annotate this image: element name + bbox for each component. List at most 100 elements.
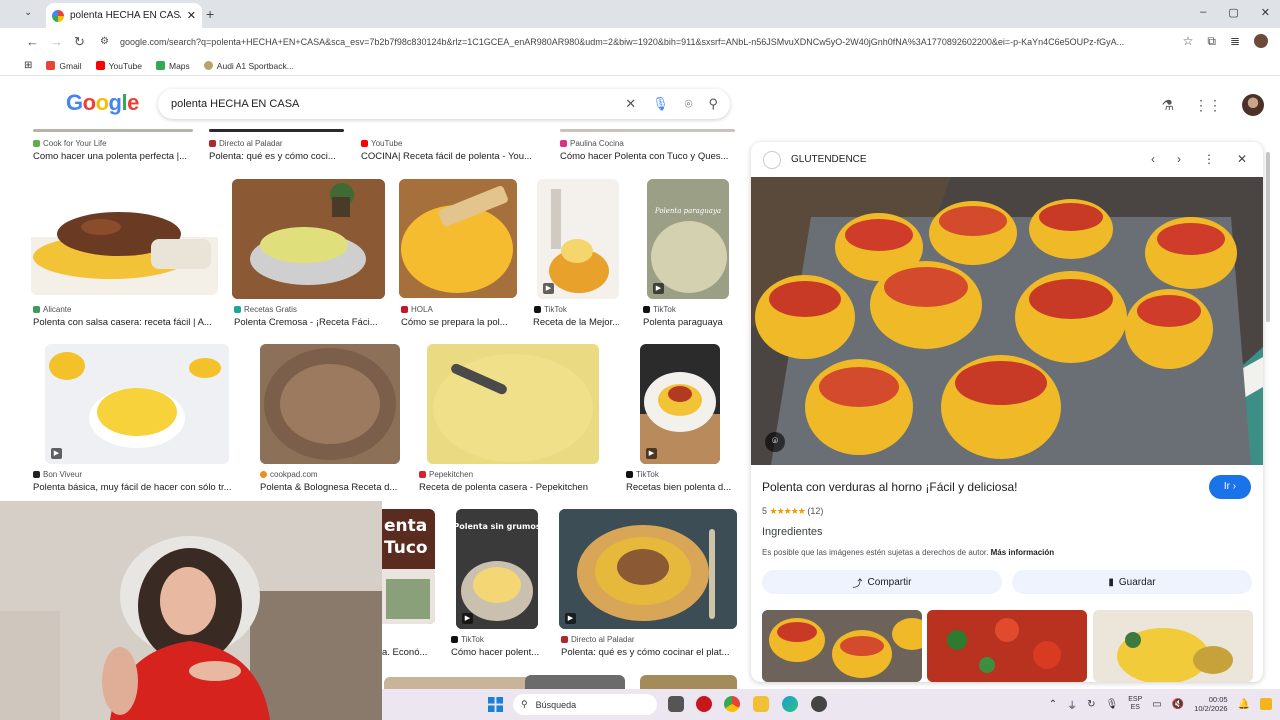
windows-start-icon[interactable] bbox=[488, 697, 503, 712]
share-button[interactable]: ⤴ Compartir bbox=[762, 570, 1002, 594]
result-caption[interactable]: Polenta: qué es y cómo coci... bbox=[209, 151, 349, 162]
related-thumbnail[interactable] bbox=[1093, 610, 1253, 682]
search-icon[interactable]: ⚲ bbox=[708, 96, 718, 112]
image-preview-panel: GLUTENDENCE ‹ › ⋮ ✕ ⌾ Polenta con verdur… bbox=[751, 142, 1263, 682]
panel-main-image[interactable]: ⌾ bbox=[751, 177, 1263, 465]
result-caption[interactable]: Receta de polenta casera - Pepekitchen bbox=[419, 482, 599, 493]
media-controls-icon[interactable]: ≣ bbox=[1230, 34, 1240, 49]
back-arrow-icon[interactable]: ← bbox=[26, 34, 39, 49]
site-info-icon[interactable]: ⚙ bbox=[100, 36, 109, 47]
result-caption[interactable]: Polenta & Bolognesa Receta d... bbox=[260, 482, 405, 493]
result-image-peek[interactable] bbox=[640, 675, 737, 689]
result-image-peek[interactable] bbox=[525, 675, 625, 689]
sync-icon[interactable]: ↻ bbox=[1087, 699, 1095, 710]
apps-grid-icon[interactable]: ⊞ bbox=[24, 60, 32, 71]
language-indicator[interactable]: ESP ES bbox=[1128, 696, 1142, 712]
panel-site-name[interactable]: GLUTENDENCE bbox=[791, 154, 867, 165]
bookmark-youtube[interactable]: YouTube bbox=[95, 61, 142, 71]
chrome-icon[interactable] bbox=[724, 696, 740, 712]
maximize-icon[interactable]: ▢ bbox=[1228, 6, 1238, 19]
bookmark-audi[interactable]: Audi A1 Sportback... bbox=[203, 61, 294, 71]
widget-icon[interactable] bbox=[1260, 698, 1272, 710]
more-info-link[interactable]: Más información bbox=[991, 548, 1055, 557]
save-button[interactable]: ▮ Guardar bbox=[1012, 570, 1252, 594]
clear-icon[interactable]: ✕ bbox=[625, 96, 636, 112]
result-image[interactable]: ▶ bbox=[537, 179, 619, 299]
forward-arrow-icon[interactable]: → bbox=[50, 34, 63, 49]
result-caption[interactable]: Polenta: qué es y cómo cocinar el plat..… bbox=[561, 647, 739, 658]
account-avatar[interactable] bbox=[1242, 94, 1264, 116]
profile-avatar-small[interactable] bbox=[1254, 34, 1268, 48]
bookmark-star-icon[interactable]: ☆ bbox=[1183, 34, 1194, 49]
minimize-icon[interactable]: – bbox=[1200, 6, 1206, 19]
edge-icon[interactable] bbox=[782, 696, 798, 712]
microphone-icon[interactable]: 🎙 bbox=[652, 96, 669, 112]
result-caption[interactable]: Receta de la Mejor... bbox=[533, 317, 619, 328]
result-caption[interactable]: Polenta básica, muy fácil de hacer con s… bbox=[33, 482, 243, 493]
result-caption[interactable]: Recetas bien polenta d... bbox=[626, 482, 736, 493]
result-caption[interactable]: Cómo hacer Polenta con Tuco y Ques... bbox=[560, 151, 738, 162]
extensions-icon[interactable]: ⧉ bbox=[1207, 34, 1216, 49]
google-apps-icon[interactable]: ⋮⋮ bbox=[1194, 97, 1222, 114]
result-image[interactable]: ▶ bbox=[559, 509, 737, 629]
close-icon[interactable]: ✕ bbox=[1237, 152, 1247, 166]
result-caption[interactable]: COCINA| Receta fácil de polenta - You... bbox=[361, 151, 546, 162]
result-image-peek[interactable] bbox=[384, 677, 539, 689]
result-caption[interactable]: Polenta Cremosa - ¡Receta Fáci... bbox=[234, 317, 382, 328]
result-image[interactable] bbox=[427, 344, 599, 464]
taskbar-search[interactable]: ⚲ Búsqueda bbox=[513, 694, 657, 715]
related-thumbnail[interactable] bbox=[927, 610, 1087, 682]
visual-search-lens-icon[interactable]: ⌾ bbox=[765, 432, 785, 452]
related-thumbnail[interactable] bbox=[762, 610, 922, 682]
search-input[interactable]: polenta HECHA EN CASA bbox=[171, 98, 299, 110]
new-tab-plus-icon[interactable]: + bbox=[206, 6, 214, 22]
result-caption[interactable]: Polenta paraguaya bbox=[643, 317, 733, 328]
active-tab[interactable]: polenta HECHA EN CASA - Bus ✕ bbox=[46, 3, 202, 28]
result-image[interactable] bbox=[232, 179, 385, 299]
panel-scrollbar[interactable] bbox=[1265, 142, 1271, 682]
result-image[interactable]: ▶ bbox=[640, 344, 720, 464]
file-explorer-icon[interactable] bbox=[753, 696, 769, 712]
volume-muted-icon[interactable]: 🔇 bbox=[1172, 699, 1184, 710]
display-icon[interactable]: ▭ bbox=[1152, 699, 1161, 710]
plate-polenta-photo bbox=[559, 509, 737, 629]
result-image[interactable]: ▶ bbox=[45, 344, 229, 464]
mic-icon[interactable]: 🎙 bbox=[1106, 699, 1119, 710]
result-image[interactable] bbox=[399, 179, 517, 298]
bookmark-maps[interactable]: Maps bbox=[156, 61, 190, 71]
clock[interactable]: 00:05 10/2/2026 bbox=[1194, 695, 1227, 713]
result-image[interactable]: Polenta paraguaya ▶ bbox=[647, 179, 729, 299]
prev-chevron-icon[interactable]: ‹ bbox=[1151, 152, 1155, 166]
search-box[interactable]: polenta HECHA EN CASA ✕ 🎙 ⌾ ⚲ bbox=[158, 89, 730, 119]
more-vert-icon[interactable]: ⋮ bbox=[1203, 152, 1215, 166]
google-logo[interactable]: Google bbox=[66, 90, 139, 116]
tab-close-icon[interactable]: ✕ bbox=[187, 9, 196, 22]
result-caption[interactable]: a. Econó... bbox=[382, 647, 437, 658]
reload-icon[interactable]: ↻ bbox=[74, 34, 85, 50]
result-image[interactable]: Polenta sin grumos ▶ bbox=[456, 509, 538, 629]
result-caption[interactable]: Cómo hacer polent... bbox=[451, 647, 546, 658]
result-caption[interactable]: Polenta con salsa casera: receta fácil |… bbox=[33, 317, 218, 328]
window-close-icon[interactable]: ✕ bbox=[1261, 6, 1270, 19]
result-image[interactable]: enta Tuco bbox=[382, 509, 435, 624]
result-image[interactable] bbox=[31, 179, 218, 295]
next-chevron-icon[interactable]: › bbox=[1177, 152, 1181, 166]
lens-icon[interactable]: ⌾ bbox=[685, 96, 693, 112]
source-favicon-icon bbox=[33, 471, 40, 478]
tray-chevron-icon[interactable]: ⌃ bbox=[1049, 699, 1057, 710]
usb-icon[interactable]: ⏚ bbox=[1067, 697, 1077, 712]
app-icon[interactable] bbox=[811, 696, 827, 712]
labs-flask-icon[interactable]: ⚗ bbox=[1161, 97, 1174, 114]
scrollbar-thumb[interactable] bbox=[1266, 152, 1270, 322]
panel-title[interactable]: Polenta con verduras al horno ¡Fácil y d… bbox=[762, 480, 1017, 494]
notification-bell-icon[interactable]: 🔔 bbox=[1238, 699, 1250, 710]
opera-icon[interactable] bbox=[696, 696, 712, 712]
result-caption[interactable]: Como hacer una polenta perfecta |... bbox=[33, 151, 193, 162]
bookmark-gmail[interactable]: Gmail bbox=[46, 61, 82, 71]
result-caption[interactable]: Cómo se prepara la pol... bbox=[401, 317, 519, 328]
task-view-icon[interactable] bbox=[668, 696, 684, 712]
go-button[interactable]: Ir › bbox=[1209, 475, 1251, 499]
address-bar[interactable]: google.com/search?q=polenta+HECHA+EN+CAS… bbox=[110, 32, 1180, 52]
result-image[interactable] bbox=[260, 344, 400, 464]
tab-list-chevron-icon[interactable]: ⌄ bbox=[24, 7, 32, 18]
